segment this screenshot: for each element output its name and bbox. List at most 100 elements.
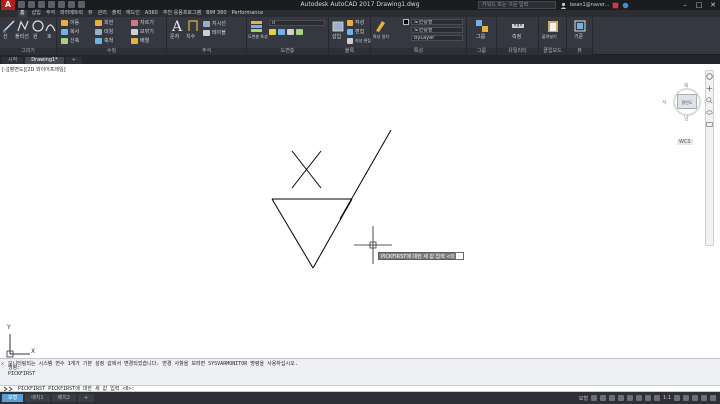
ribbon-tab-bim360[interactable]: BIM 360 bbox=[206, 10, 226, 17]
match-properties-icon[interactable] bbox=[374, 19, 386, 33]
array-icon[interactable] bbox=[131, 38, 138, 44]
ribbon-tab-view[interactable]: 뷰 bbox=[88, 10, 93, 17]
fillet-button[interactable]: 모깎기 bbox=[140, 29, 154, 35]
lineweight-icon[interactable] bbox=[644, 395, 651, 401]
help-icon[interactable] bbox=[622, 2, 629, 9]
move-button[interactable]: 이동 bbox=[70, 20, 79, 26]
otrack-icon[interactable] bbox=[635, 395, 642, 401]
ribbon-tab-parametric[interactable]: 파라메트릭 bbox=[60, 10, 83, 17]
array-button[interactable]: 배열 bbox=[140, 38, 149, 44]
line-icon[interactable] bbox=[3, 19, 15, 33]
command-line-input[interactable]: PICKFIRST PICKFIRST에 대한 새 값 입력 <0>: bbox=[0, 385, 720, 392]
leader-icon[interactable] bbox=[203, 21, 210, 27]
mirror-button[interactable]: 대칭 bbox=[104, 29, 113, 35]
tab-layout1[interactable]: 배치1 bbox=[25, 394, 50, 402]
customization-icon[interactable] bbox=[710, 395, 716, 401]
create-block-button[interactable]: 작성 bbox=[355, 20, 364, 26]
utilities-panel-label[interactable]: 유틸리티 bbox=[497, 48, 538, 55]
compass-north[interactable]: 북 bbox=[684, 82, 689, 89]
ribbon-tab-home[interactable]: 홈 bbox=[18, 10, 27, 17]
groups-panel-label[interactable]: 그룹 bbox=[467, 48, 496, 55]
snap-icon[interactable] bbox=[599, 395, 606, 401]
lineweight-dropdown[interactable]: ByLayer bbox=[411, 35, 463, 41]
draw-panel-label[interactable]: 그리기 bbox=[0, 48, 56, 55]
maximize-icon[interactable]: □ bbox=[692, 0, 706, 10]
insert-block-icon[interactable] bbox=[332, 19, 344, 33]
triangle-left-edge[interactable] bbox=[271, 198, 314, 269]
diagonal-line[interactable] bbox=[339, 129, 392, 220]
annotation-scale[interactable]: 1:1 bbox=[663, 395, 671, 401]
view-panel-label[interactable]: 뷰 bbox=[567, 48, 592, 55]
layers-panel-label[interactable]: 도면층 bbox=[247, 48, 328, 55]
scale-icon[interactable] bbox=[95, 38, 102, 44]
tab-drawing1[interactable]: Drawing1* bbox=[25, 57, 64, 64]
model-space-toggle[interactable]: 모형 bbox=[579, 395, 588, 402]
steering-wheel-icon[interactable] bbox=[706, 73, 713, 80]
block-panel-label[interactable]: 블록 bbox=[329, 48, 370, 55]
edit-attributes-button[interactable]: 속성 편집 bbox=[355, 38, 371, 44]
copy-button[interactable]: 복사 bbox=[70, 29, 79, 35]
scale-button[interactable]: 축척 bbox=[104, 38, 113, 44]
compass-south[interactable]: 남 bbox=[684, 115, 689, 122]
pan-icon[interactable] bbox=[706, 85, 713, 92]
paste-icon[interactable] bbox=[546, 19, 560, 33]
edit-block-button[interactable]: 편집 bbox=[355, 29, 364, 35]
close-icon[interactable]: ✕ bbox=[1, 362, 6, 367]
measure-icon[interactable] bbox=[511, 19, 525, 33]
ribbon-tab-manage[interactable]: 관리 bbox=[98, 10, 107, 17]
layer-dropdown[interactable]: 0 bbox=[269, 20, 325, 26]
move-icon[interactable] bbox=[61, 20, 68, 26]
dynamic-input-field[interactable] bbox=[455, 252, 464, 260]
color-dropdown[interactable]: 도면층별 bbox=[411, 19, 463, 25]
workspace-icon[interactable] bbox=[674, 395, 680, 401]
text-icon[interactable]: A bbox=[171, 18, 183, 33]
annotation-visibility-icon[interactable] bbox=[653, 395, 660, 401]
trim-button[interactable]: 자르기 bbox=[140, 20, 154, 26]
leader-button[interactable]: 지시선 bbox=[212, 21, 226, 27]
linetype-dropdown[interactable]: 도면층별 bbox=[411, 27, 463, 33]
clean-screen-icon[interactable] bbox=[701, 395, 707, 401]
ribbon-tab-annotate[interactable]: 주석 bbox=[46, 10, 55, 17]
rotate-icon[interactable] bbox=[95, 20, 102, 26]
showmotion-icon[interactable] bbox=[706, 121, 713, 128]
rotate-button[interactable]: 회전 bbox=[104, 20, 113, 26]
ribbon-tab-insert[interactable]: 삽입 bbox=[32, 10, 41, 17]
close-icon[interactable]: ✕ bbox=[706, 0, 720, 10]
circle-icon[interactable] bbox=[32, 19, 44, 33]
triangle-right-edge[interactable] bbox=[312, 198, 353, 269]
ortho-icon[interactable] bbox=[608, 395, 615, 401]
mirror-icon[interactable] bbox=[95, 29, 102, 35]
ribbon-tab-addins[interactable]: 애드인 bbox=[126, 10, 140, 17]
edit-block-icon[interactable] bbox=[347, 29, 353, 35]
layer-lock-icon[interactable] bbox=[287, 29, 294, 35]
table-icon[interactable] bbox=[203, 30, 210, 36]
user-account[interactable]: bean1@naver... bbox=[560, 0, 629, 10]
ribbon-tab-a360[interactable]: A360 bbox=[145, 10, 158, 17]
tab-model[interactable]: 모형 bbox=[2, 394, 24, 402]
properties-panel-label[interactable]: 특성 bbox=[371, 48, 466, 55]
drawing-area[interactable]: [-][평면도][2D 와이어프레임] Y X 평면도 북 남 서 WCS PI… bbox=[0, 64, 720, 358]
osnap-icon[interactable] bbox=[626, 395, 633, 401]
polyline-icon[interactable] bbox=[17, 19, 29, 33]
hardware-acceleration-icon[interactable] bbox=[692, 395, 698, 401]
search-input[interactable]: 키워드 또는 구문 입력 bbox=[478, 1, 556, 9]
dimension-icon[interactable] bbox=[187, 19, 199, 33]
orbit-icon[interactable] bbox=[706, 109, 713, 116]
ribbon-tab-output[interactable]: 출력 bbox=[112, 10, 121, 17]
base-view-icon[interactable] bbox=[573, 19, 587, 33]
ribbon-tab-featured-apps[interactable]: 추천 응용프로그램 bbox=[163, 10, 201, 17]
new-layout-button[interactable]: + bbox=[77, 394, 95, 402]
arc-icon[interactable] bbox=[45, 19, 56, 33]
grid-icon[interactable] bbox=[590, 395, 597, 401]
tab-start[interactable]: 시작 bbox=[2, 57, 24, 64]
isolate-objects-icon[interactable] bbox=[683, 395, 689, 401]
annotation-panel-label[interactable]: 주석 bbox=[167, 48, 246, 55]
trim-icon[interactable] bbox=[131, 20, 138, 26]
table-button[interactable]: 테이블 bbox=[212, 30, 226, 36]
compass-west[interactable]: 서 bbox=[662, 99, 667, 106]
modify-panel-label[interactable]: 수정 bbox=[57, 48, 166, 55]
layer-state-icon[interactable] bbox=[269, 29, 276, 35]
layer-match-icon[interactable] bbox=[296, 29, 303, 35]
layer-properties-icon[interactable] bbox=[250, 19, 264, 33]
fillet-icon[interactable] bbox=[131, 29, 138, 35]
